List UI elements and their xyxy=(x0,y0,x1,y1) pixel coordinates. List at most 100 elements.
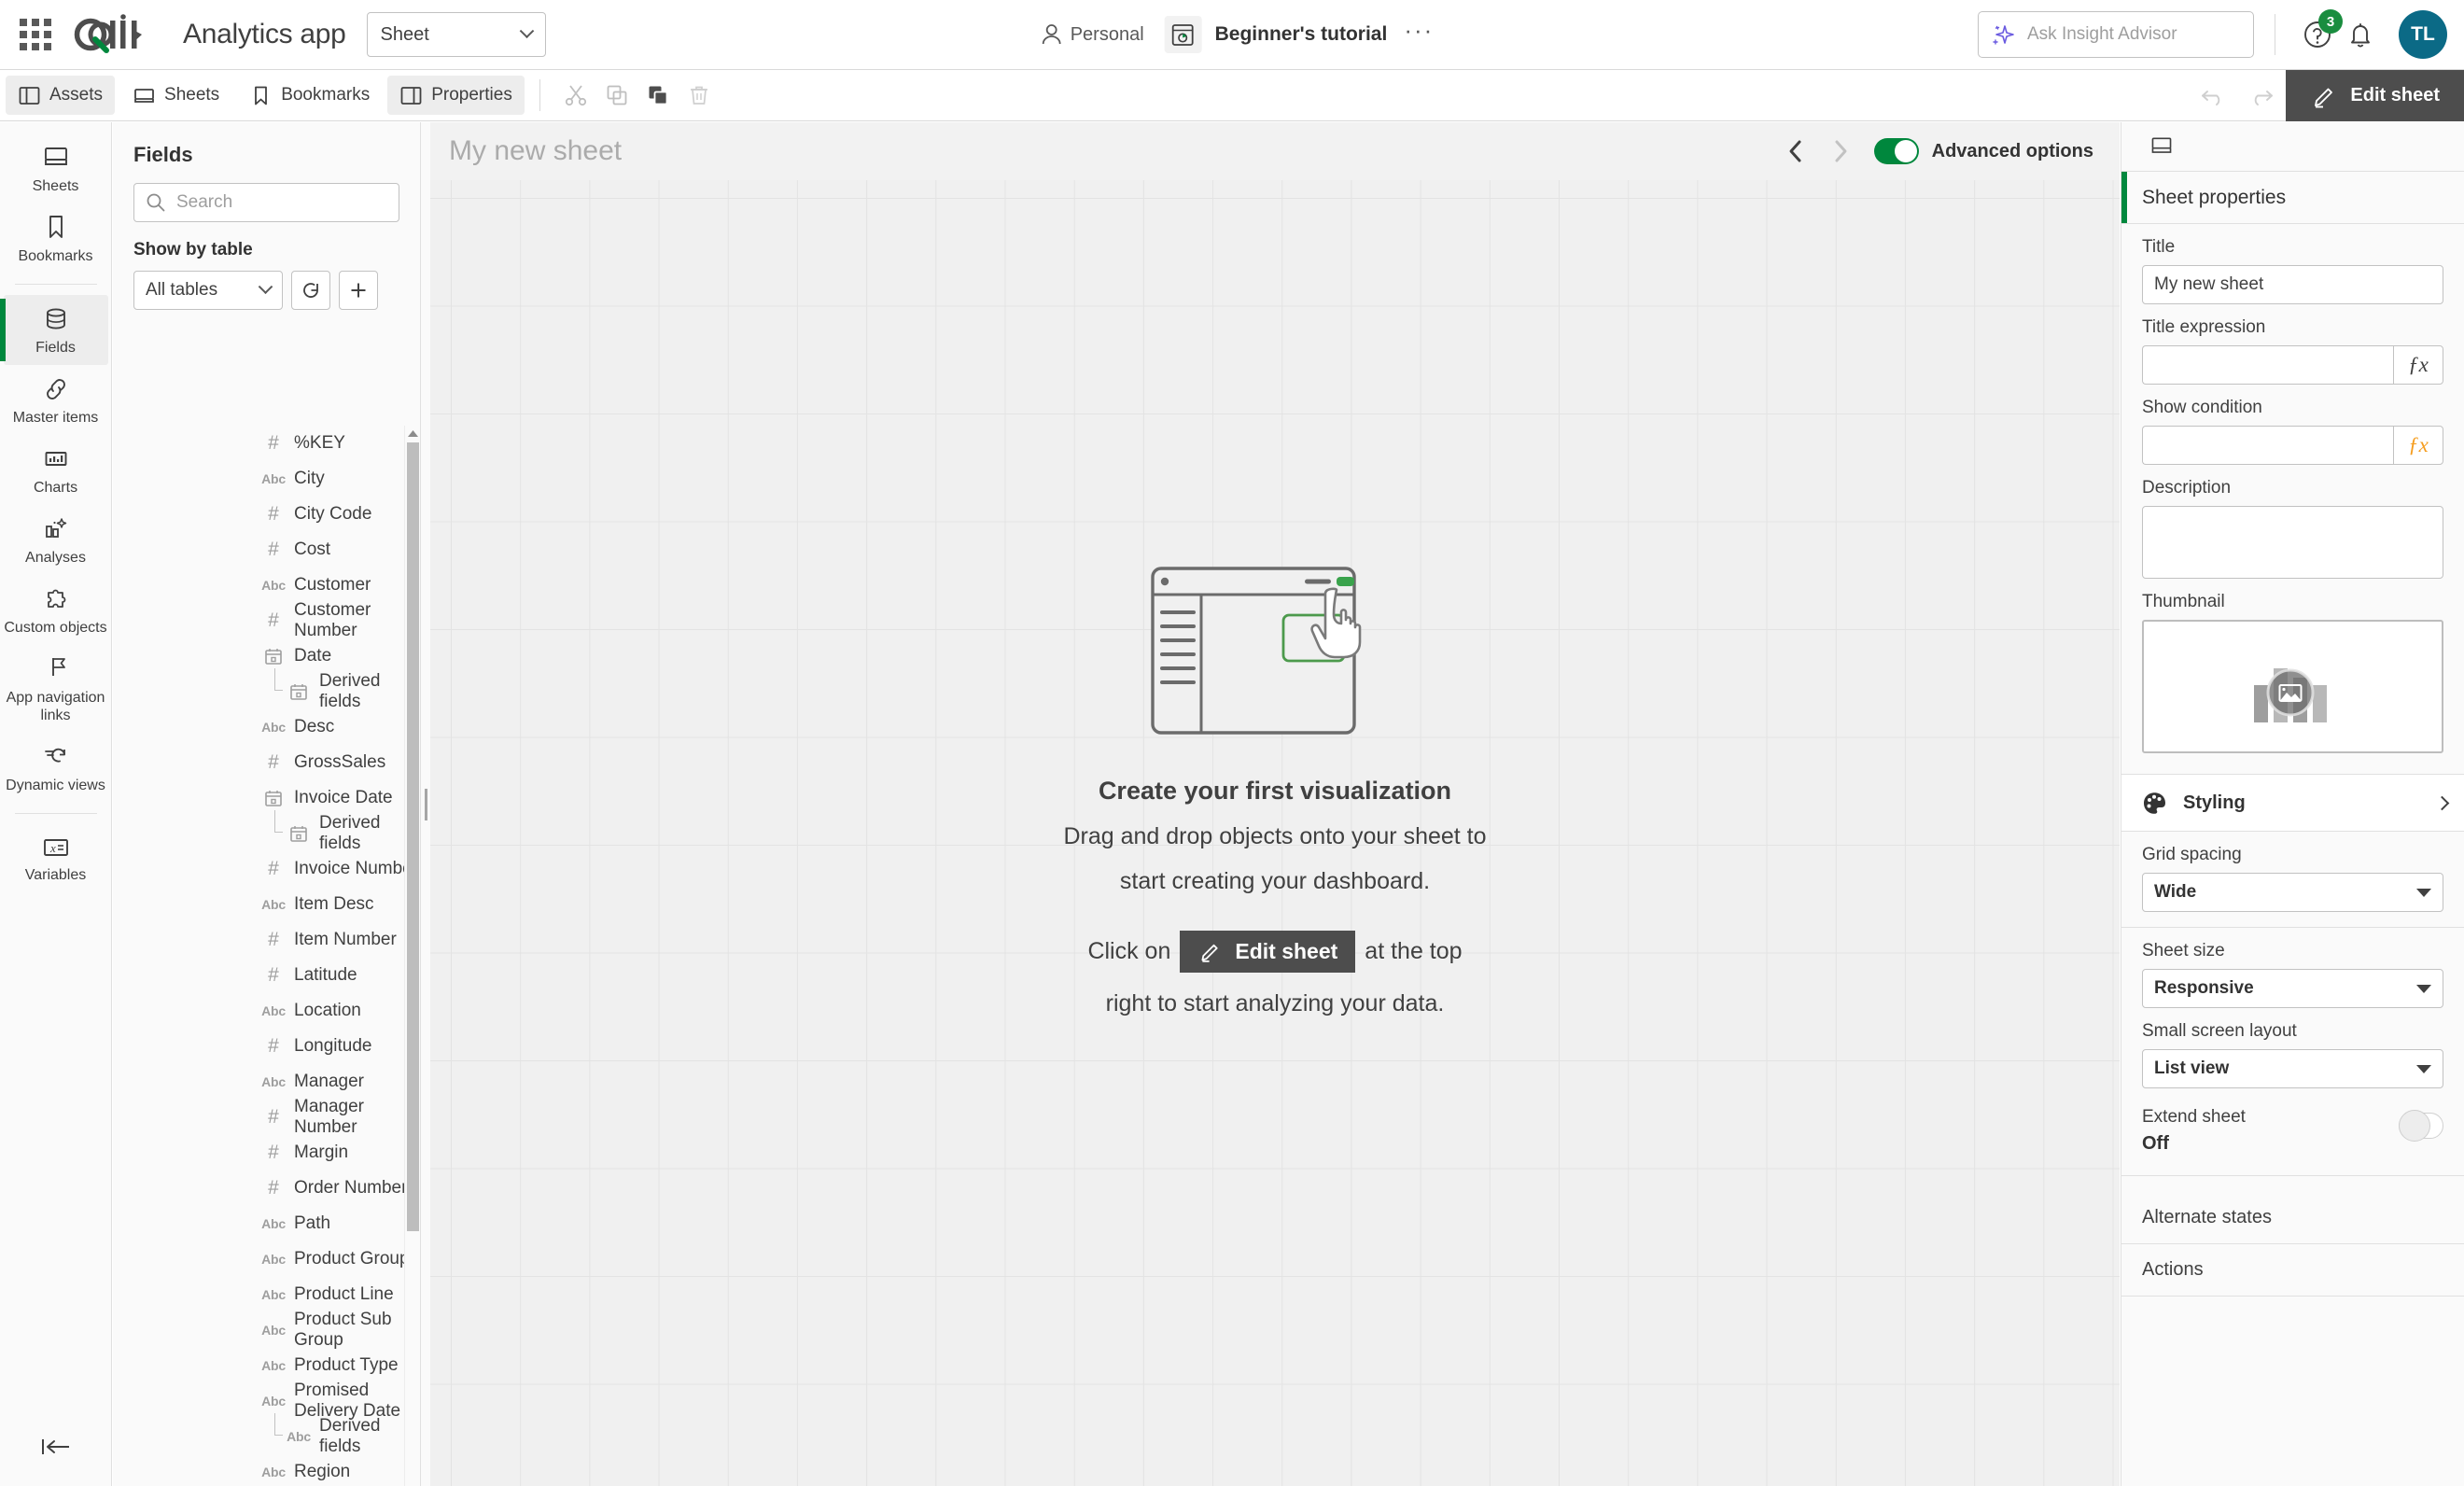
undo-button[interactable] xyxy=(2189,70,2237,121)
field-list-item[interactable]: # %KEY xyxy=(113,426,421,461)
sidebar-item-sheets[interactable]: Sheets xyxy=(4,133,108,203)
field-list-item[interactable]: # GrossSales xyxy=(113,745,421,780)
paste-button[interactable] xyxy=(637,76,679,115)
alternate-states-section[interactable]: Alternate states xyxy=(2121,1192,2464,1244)
sheet-size-select[interactable]: Responsive xyxy=(2142,969,2443,1008)
sheet-properties-header[interactable]: Sheet properties xyxy=(2121,172,2464,224)
thumbnail-picker[interactable] xyxy=(2142,620,2443,753)
field-list-item[interactable]: Derived fields xyxy=(113,810,421,853)
collapse-left-icon[interactable] xyxy=(0,1436,112,1458)
sheet-view-select[interactable]: Sheet xyxy=(366,12,546,57)
tab-sheet-properties[interactable] xyxy=(2142,127,2181,166)
scroll-up-arrow[interactable] xyxy=(405,426,421,441)
toolbar-properties-button[interactable]: Properties xyxy=(387,76,525,115)
assets-scrollbar[interactable] xyxy=(404,426,420,1486)
field-name: Latitude xyxy=(294,965,357,985)
field-list-item[interactable]: # Manager Number xyxy=(113,1097,421,1137)
title-expression-input[interactable] xyxy=(2142,345,2393,385)
field-list-item[interactable]: # Margin xyxy=(113,1135,421,1171)
field-name: Location xyxy=(294,1001,361,1020)
sidebar-item-charts[interactable]: Charts xyxy=(4,435,108,505)
field-list-item[interactable]: Abc Location xyxy=(113,993,421,1029)
field-list-item[interactable]: # Invoice Number xyxy=(113,851,421,887)
sheet-grid[interactable]: Create your first visualization Drag and… xyxy=(430,180,2120,1486)
field-list-item[interactable]: # Latitude xyxy=(113,958,421,993)
field-list-item[interactable]: # Customer Number xyxy=(113,600,421,640)
field-list-item[interactable]: # Item Number xyxy=(113,922,421,958)
field-name: Desc xyxy=(294,717,335,736)
previous-sheet-button[interactable] xyxy=(1773,129,1818,174)
app-icon[interactable] xyxy=(1164,16,1202,53)
grid-spacing-select[interactable]: Wide xyxy=(2142,873,2443,912)
delete-button[interactable] xyxy=(679,76,720,115)
field-list-item[interactable]: Abc Region xyxy=(113,1454,421,1486)
more-options-button[interactable]: ··· xyxy=(1404,18,1434,44)
field-list-item[interactable]: Abc Product Sub Group xyxy=(113,1310,421,1350)
scrollbar-thumb[interactable] xyxy=(407,442,419,1231)
help-button[interactable]: 3 xyxy=(2296,9,2343,56)
field-list-item[interactable]: Abc Product Line xyxy=(113,1277,421,1312)
sidebar-item-variables[interactable]: x Variables xyxy=(4,824,108,892)
field-list-item[interactable]: Date xyxy=(113,638,421,674)
app-name[interactable]: Beginner's tutorial xyxy=(1215,23,1388,46)
title-input[interactable]: My new sheet xyxy=(2142,265,2443,304)
field-list-item[interactable]: Abc City xyxy=(113,461,421,497)
field-list-item[interactable]: # Cost xyxy=(113,532,421,568)
avatar[interactable]: TL xyxy=(2399,10,2447,59)
field-list-item[interactable]: Abc Product Type xyxy=(113,1348,421,1383)
advanced-options-toggle[interactable] xyxy=(1873,138,1919,164)
panel-splitter[interactable] xyxy=(421,122,430,1486)
copy-button[interactable] xyxy=(596,76,637,115)
actions-section[interactable]: Actions xyxy=(2121,1244,2464,1297)
show-condition-input[interactable] xyxy=(2142,426,2393,465)
notifications-button[interactable] xyxy=(2339,13,2382,56)
toolbar-bookmarks-button[interactable]: Bookmarks xyxy=(237,76,382,115)
field-list-item[interactable]: Abc Item Desc xyxy=(113,887,421,922)
field-list-item[interactable]: Abc Derived fields xyxy=(113,1413,421,1456)
field-list-item[interactable]: Abc Desc xyxy=(113,709,421,745)
apps-grid-icon[interactable] xyxy=(19,18,52,51)
search-input[interactable]: Search xyxy=(133,183,399,222)
field-list[interactable]: # %KEY Abc City # City Code # Cost Abc Customer # C… xyxy=(113,426,421,1486)
sidebar-item-bookmarks[interactable]: Bookmarks xyxy=(4,203,108,273)
next-sheet-button[interactable] xyxy=(1818,129,1863,174)
styling-row[interactable]: Styling xyxy=(2121,774,2464,832)
insight-advisor-search[interactable]: Ask Insight Advisor xyxy=(1978,11,2254,58)
field-list-item[interactable]: Derived fields xyxy=(113,668,421,711)
field-list-item[interactable]: Invoice Date xyxy=(113,780,421,816)
field-list-item[interactable]: Abc Product Group xyxy=(113,1241,421,1277)
field-list-item[interactable]: Abc Manager xyxy=(113,1064,421,1100)
tables-select[interactable]: All tables xyxy=(133,271,283,310)
qlik-logo[interactable] xyxy=(69,13,162,56)
cut-button[interactable] xyxy=(555,76,596,115)
toolbar-assets-button[interactable]: Assets xyxy=(6,76,116,115)
sidebar-item-fields[interactable]: Fields xyxy=(0,295,108,365)
reload-button[interactable] xyxy=(291,271,330,310)
sidebar-item-analyses[interactable]: Analyses xyxy=(4,505,108,575)
puzzle-icon xyxy=(47,589,65,608)
field-list-item[interactable]: # Longitude xyxy=(113,1029,421,1064)
title-expression-fx-button[interactable]: ƒx xyxy=(2393,345,2443,385)
description-textarea[interactable] xyxy=(2142,506,2443,579)
field-list-item[interactable]: # Order Number xyxy=(113,1171,421,1206)
field-list-item[interactable]: Abc Customer xyxy=(113,568,421,603)
field-list-item[interactable]: # City Code xyxy=(113,497,421,532)
browser-window-with-hand-cursor xyxy=(1151,566,1362,735)
field-list-item[interactable]: Abc Promised Delivery Date xyxy=(113,1381,421,1421)
show-condition-fx-button[interactable]: ƒx xyxy=(2393,426,2443,465)
extend-sheet-toggle[interactable] xyxy=(2399,1110,2443,1142)
toggle-knob xyxy=(2399,1110,2430,1142)
field-list-item[interactable]: Abc Path xyxy=(113,1206,421,1241)
paste-icon xyxy=(649,86,668,105)
sidebar-item-dynamic-views[interactable]: Dynamic views xyxy=(4,733,108,803)
add-field-button[interactable] xyxy=(339,271,378,310)
sidebar-item-app-navigation-links[interactable]: App navigation links xyxy=(4,645,108,733)
small-screen-layout-select[interactable]: List view xyxy=(2142,1049,2443,1088)
sidebar-item-master-items[interactable]: Master items xyxy=(4,365,108,435)
edit-sheet-button[interactable]: Edit sheet xyxy=(2286,70,2464,121)
redo-button[interactable] xyxy=(2237,70,2286,121)
field-name: Product Line xyxy=(294,1284,394,1304)
sidebar-item-custom-objects[interactable]: Custom objects xyxy=(4,575,108,645)
personal-space-chip[interactable]: Personal xyxy=(1030,23,1155,46)
toolbar-sheets-button[interactable]: Sheets xyxy=(120,76,231,115)
